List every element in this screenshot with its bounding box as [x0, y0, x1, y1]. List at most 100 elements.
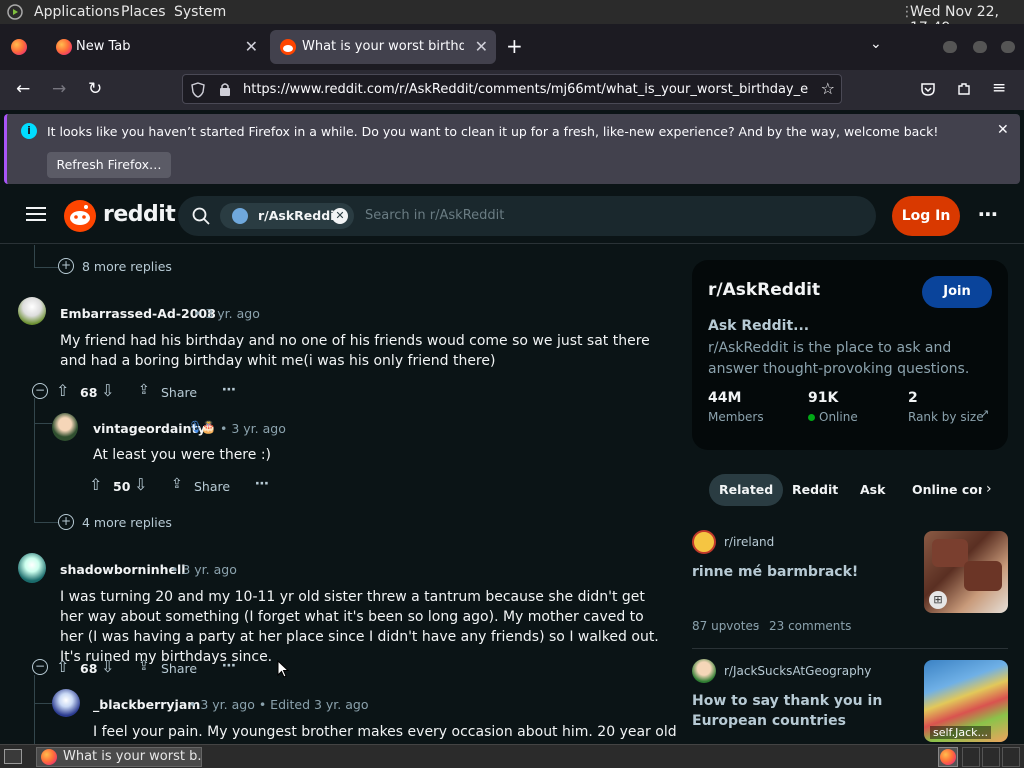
- more-options-icon[interactable]: ⋯: [978, 202, 998, 226]
- rank-label[interactable]: Rank by size: [908, 410, 984, 424]
- taskbar-window-button[interactable]: What is your worst b...: [36, 747, 202, 767]
- reply-timestamp[interactable]: • 3 yr. ago • Edited 3 yr. ago: [189, 697, 368, 712]
- related-post[interactable]: r/JackSucksAtGeography How to say thank …: [692, 658, 1008, 744]
- comment-timestamp[interactable]: • 3 yr. ago: [194, 306, 260, 321]
- gnome-foot-icon[interactable]: [6, 4, 24, 20]
- more-options-icon[interactable]: ⋯: [222, 382, 236, 398]
- post-thumbnail[interactable]: self.Jack...: [924, 660, 1008, 742]
- workspace-3[interactable]: [982, 747, 1000, 767]
- chevron-right-icon[interactable]: ›: [986, 481, 992, 497]
- search-bar[interactable]: r/AskReddit ✕ Search in r/AskReddit: [178, 196, 876, 236]
- meta-separator: ·: [756, 619, 760, 633]
- subreddit-chip-label: r/AskReddit: [258, 208, 341, 223]
- downvote-icon[interactable]: ⇩: [101, 657, 114, 676]
- post-subreddit[interactable]: r/JackSucksAtGeography: [724, 664, 871, 678]
- close-window-icon[interactable]: [1001, 41, 1015, 53]
- share-icon[interactable]: ⇪: [138, 658, 150, 674]
- upvote-icon[interactable]: ⇧: [56, 381, 69, 400]
- related-post[interactable]: r/ireland rinne mé barmbrack! 87 upvotes…: [692, 530, 1008, 640]
- back-arrow-icon[interactable]: ←: [16, 79, 30, 99]
- chip-online-com[interactable]: Online com: [902, 474, 982, 506]
- more-options-icon[interactable]: ⋯: [222, 658, 236, 674]
- close-icon[interactable]: ✕: [997, 122, 1009, 138]
- reload-icon[interactable]: ↻: [88, 79, 102, 99]
- thread-line: [34, 398, 35, 522]
- reddit-header: reddit r/AskReddit ✕ Search in r/AskRedd…: [0, 188, 1024, 244]
- avatar[interactable]: [18, 297, 46, 325]
- comment-timestamp[interactable]: • 3 yr. ago: [171, 562, 237, 577]
- post-title[interactable]: rinne mé barmbrack!: [692, 562, 912, 582]
- lock-icon[interactable]: [219, 82, 231, 97]
- clear-chip-icon[interactable]: ✕: [332, 208, 348, 224]
- share-button[interactable]: Share: [161, 661, 197, 676]
- chip-reddit[interactable]: Reddit: [782, 474, 848, 506]
- collapse-minus-icon[interactable]: −: [32, 659, 48, 675]
- url-bar[interactable]: https://www.reddit.com/r/AskReddit/comme…: [182, 74, 842, 104]
- menu-applications[interactable]: Applications: [34, 4, 120, 20]
- external-link-icon[interactable]: ↗: [980, 407, 989, 420]
- reply-username[interactable]: _blackberryjam: [93, 697, 200, 712]
- close-icon[interactable]: ✕: [245, 37, 258, 56]
- share-icon[interactable]: ⇪: [138, 382, 150, 398]
- post-subreddit[interactable]: r/ireland: [724, 535, 774, 549]
- upvote-icon[interactable]: ⇧: [89, 475, 102, 494]
- pocket-icon[interactable]: [920, 81, 936, 97]
- expand-plus-icon[interactable]: +: [58, 514, 74, 530]
- chip-ask[interactable]: Ask: [850, 474, 895, 506]
- share-button[interactable]: Share: [194, 479, 230, 494]
- workspace-4[interactable]: [1002, 747, 1020, 767]
- tab-strip: New Tab ✕ What is your worst birthday ✕ …: [0, 24, 1024, 70]
- more-options-icon[interactable]: ⋯: [255, 476, 269, 492]
- thread-branch: [34, 267, 58, 268]
- extensions-puzzle-icon[interactable]: [956, 81, 972, 97]
- show-desktop-icon[interactable]: [4, 749, 22, 764]
- navigation-bar: ← → ↻ https://www.reddit.com/r/AskReddit…: [0, 70, 1024, 110]
- tab-new-tab[interactable]: New Tab ✕: [44, 30, 266, 64]
- login-button[interactable]: Log In: [892, 196, 960, 236]
- reply-timestamp[interactable]: • 3 yr. ago: [220, 421, 286, 436]
- collapse-minus-icon[interactable]: −: [32, 383, 48, 399]
- avatar[interactable]: [52, 413, 78, 441]
- reddit-logo-icon[interactable]: [64, 200, 96, 232]
- downvote-icon[interactable]: ⇩: [134, 475, 147, 494]
- post-title[interactable]: How to say thank you in European countri…: [692, 691, 912, 731]
- more-replies-link[interactable]: 8 more replies: [82, 259, 172, 274]
- share-icon[interactable]: ⇪: [171, 476, 183, 492]
- barmbrack-slice: [964, 561, 1002, 591]
- share-button[interactable]: Share: [161, 385, 197, 400]
- post-thumbnail[interactable]: ⊞: [924, 531, 1008, 613]
- thread-branch: [34, 522, 58, 523]
- list-tabs-chevron-icon[interactable]: ⌄: [870, 36, 882, 52]
- workspace-2[interactable]: [962, 747, 980, 767]
- chip-related[interactable]: Related: [709, 474, 784, 506]
- comment-username[interactable]: Embarrassed-Ad-2008: [60, 306, 216, 321]
- tab-active[interactable]: What is your worst birthday ✕: [270, 30, 496, 64]
- minimize-icon[interactable]: [943, 41, 957, 53]
- hamburger-menu-icon[interactable]: ≡: [992, 78, 1006, 98]
- menu-system[interactable]: System: [174, 4, 226, 20]
- new-tab-plus-icon[interactable]: +: [506, 34, 523, 58]
- reddit-wordmark[interactable]: reddit: [103, 202, 176, 227]
- join-button[interactable]: Join: [922, 276, 992, 308]
- subreddit-filter-chip[interactable]: r/AskReddit ✕: [220, 203, 354, 229]
- avatar[interactable]: [52, 689, 80, 717]
- workspace-switcher-active[interactable]: [938, 747, 958, 767]
- hamburger-icon[interactable]: [26, 207, 46, 209]
- maximize-icon[interactable]: [973, 41, 987, 53]
- avatar[interactable]: [18, 553, 46, 583]
- upvote-icon[interactable]: ⇧: [56, 657, 69, 676]
- firefox-view-icon[interactable]: [11, 39, 27, 55]
- bookmark-star-icon[interactable]: ☆: [821, 79, 835, 98]
- shield-icon[interactable]: [191, 82, 205, 98]
- downvote-icon[interactable]: ⇩: [101, 381, 114, 400]
- tab-label: What is your worst birthday: [302, 39, 464, 54]
- comment-username[interactable]: shadowborninhell: [60, 562, 186, 577]
- tab-label: New Tab: [76, 39, 131, 54]
- forward-arrow-icon[interactable]: →: [52, 79, 66, 99]
- refresh-firefox-button[interactable]: Refresh Firefox…: [47, 152, 171, 178]
- more-replies-link[interactable]: 4 more replies: [82, 515, 172, 530]
- close-icon[interactable]: ✕: [475, 37, 488, 56]
- expand-plus-icon[interactable]: +: [58, 258, 74, 274]
- subreddit-name[interactable]: r/AskReddit: [708, 280, 820, 300]
- menu-places[interactable]: Places: [121, 4, 166, 20]
